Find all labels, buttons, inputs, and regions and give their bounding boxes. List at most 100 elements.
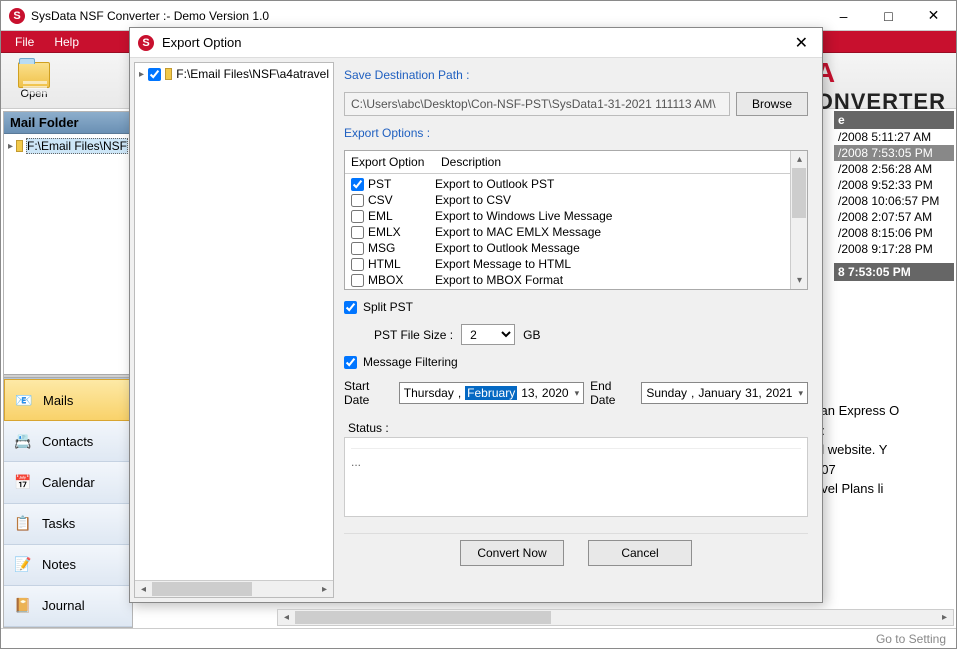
body-line-fragment: g:	[814, 421, 954, 441]
body-line-fragment: can Express O	[814, 401, 954, 421]
nav-tasks[interactable]: 📋 Tasks	[4, 504, 132, 545]
content-scrollbar[interactable]: ◂ ▸	[277, 609, 954, 626]
folder-open-icon	[18, 62, 50, 88]
nav-label: Contacts	[42, 434, 93, 449]
tree-root-item[interactable]: ▸ F:\Email Files\NSF	[8, 138, 128, 154]
destination-path-input[interactable]	[344, 92, 730, 116]
close-button[interactable]: ✕	[911, 1, 956, 30]
date-cell-fragment: /2008 2:56:28 AM	[834, 161, 954, 177]
format-name: CSV	[368, 193, 393, 207]
end-dow: Sunday	[646, 386, 687, 400]
export-format-row[interactable]: CSV Export to CSV	[345, 192, 807, 208]
message-filtering-checkbox[interactable]	[344, 356, 357, 369]
app-logo-icon: S	[9, 8, 25, 24]
tree-item-label: F:\Email Files\NSF	[26, 138, 128, 154]
format-checkbox[interactable]	[351, 274, 364, 287]
menu-help[interactable]: Help	[44, 33, 89, 51]
format-checkbox[interactable]	[351, 226, 364, 239]
expand-icon[interactable]: ▸	[139, 69, 144, 80]
export-format-row[interactable]: EMLExport to Windows Live Message	[345, 208, 807, 224]
export-option-dialog: S Export Option ✕ ▸ F:\Email Files\NSF\a…	[129, 27, 823, 603]
grid-scrollbar[interactable]: ▴ ▾	[790, 151, 807, 289]
scroll-up-icon[interactable]: ▴	[791, 151, 808, 168]
tree-item-checkbox[interactable]	[148, 68, 161, 81]
message-body-fragment: can Express Og:al website. Y407avel Plan…	[814, 401, 954, 601]
start-date-picker[interactable]: Thursday , February 13, 2020 ▾	[399, 382, 584, 404]
nav-calendar[interactable]: 📅 Calendar	[4, 462, 132, 503]
nav-label: Calendar	[42, 475, 95, 490]
maximize-button[interactable]: □	[866, 1, 911, 30]
cancel-button[interactable]: Cancel	[588, 540, 692, 566]
nav-label: Tasks	[42, 516, 75, 531]
nav-notes[interactable]: 📝 Notes	[4, 545, 132, 586]
nav-groups: 📧 Mails 📇 Contacts 📅 Calendar 📋 Tasks 📝 …	[4, 378, 132, 627]
minimize-button[interactable]: –	[821, 1, 866, 30]
message-list-fragment: e /2008 5:11:27 AM/2008 7:53:05 PM/2008 …	[834, 111, 954, 391]
export-format-row[interactable]: MBOXExport to MBOX Format	[345, 272, 807, 288]
nav-contacts[interactable]: 📇 Contacts	[4, 421, 132, 462]
end-year: 2021	[766, 386, 793, 400]
chevron-down-icon[interactable]: ▾	[798, 388, 803, 399]
save-destination-label: Save Destination Path :	[344, 68, 808, 82]
col-description: Description	[435, 151, 807, 173]
export-format-row[interactable]: HTMLExport Message to HTML	[345, 256, 807, 272]
start-year: 2020	[542, 386, 569, 400]
export-format-row[interactable]: PSTExport to Outlook PST	[345, 176, 807, 192]
scroll-left-icon[interactable]: ◂	[135, 581, 152, 597]
menu-file[interactable]: File	[5, 33, 44, 51]
format-checkbox[interactable]	[351, 194, 364, 207]
browse-button[interactable]: Browse	[736, 92, 808, 116]
format-checkbox[interactable]	[351, 210, 364, 223]
pst-size-select[interactable]: 2	[461, 324, 515, 345]
scroll-right-icon[interactable]: ▸	[936, 610, 953, 625]
split-pst-label: Split PST	[363, 300, 413, 314]
export-source-tree[interactable]: ▸ F:\Email Files\NSF\a4atravel ◂ ▸	[134, 62, 334, 598]
mail-icon: 📧	[13, 389, 35, 411]
convert-now-button[interactable]: Convert Now	[460, 540, 564, 566]
scroll-thumb[interactable]	[792, 168, 806, 218]
scroll-down-icon[interactable]: ▾	[791, 272, 808, 289]
start-day: 13,	[521, 386, 538, 400]
status-text: ...	[351, 448, 801, 469]
body-line-fragment: 407	[814, 460, 954, 480]
chevron-down-icon[interactable]: ▾	[575, 388, 580, 399]
folder-icon	[165, 68, 172, 80]
format-description: Export to CSV	[435, 193, 511, 207]
format-description: Export to Outlook Message	[435, 241, 580, 255]
scroll-thumb[interactable]	[152, 582, 252, 596]
scroll-right-icon[interactable]: ▸	[316, 581, 333, 597]
format-name: MBOX	[368, 273, 403, 287]
format-checkbox[interactable]	[351, 242, 364, 255]
tree-scrollbar[interactable]: ◂ ▸	[135, 580, 333, 597]
go-to-setting-link[interactable]: Go to Setting	[876, 632, 946, 646]
journal-icon: 📔	[12, 595, 34, 617]
format-checkbox[interactable]	[351, 258, 364, 271]
date-cell-fragment: /2008 7:53:05 PM	[834, 145, 954, 161]
format-name: EMLX	[368, 225, 401, 239]
format-name: HTML	[368, 257, 401, 271]
export-format-row[interactable]: EMLXExport to MAC EMLX Message	[345, 224, 807, 240]
nav-mails[interactable]: 📧 Mails	[4, 379, 132, 421]
format-description: Export to Outlook PST	[435, 177, 554, 191]
start-dow: Thursday	[404, 386, 454, 400]
export-format-row[interactable]: MSGExport to Outlook Message	[345, 240, 807, 256]
folder-tree[interactable]: ▸ F:\Email Files\NSF	[4, 134, 132, 374]
end-day: 31,	[745, 386, 762, 400]
date-cell-fragment: /2008 2:07:57 AM	[834, 209, 954, 225]
format-checkbox[interactable]	[351, 178, 364, 191]
format-name: EML	[368, 209, 393, 223]
scroll-thumb[interactable]	[295, 611, 551, 624]
dialog-close-button[interactable]: ✕	[789, 31, 814, 55]
end-date-picker[interactable]: Sunday , January 31, 2021 ▾	[641, 382, 808, 404]
open-label: Open	[21, 88, 48, 100]
split-pst-checkbox[interactable]	[344, 301, 357, 314]
export-settings-panel: Save Destination Path : Browse Export Op…	[338, 58, 822, 602]
pst-size-unit: GB	[523, 328, 540, 342]
nav-journal[interactable]: 📔 Journal	[4, 586, 132, 627]
open-button[interactable]: Open	[9, 62, 59, 100]
scroll-left-icon[interactable]: ◂	[278, 610, 295, 625]
end-month: January	[698, 386, 741, 400]
tree-item[interactable]: ▸ F:\Email Files\NSF\a4atravel	[139, 67, 329, 81]
expand-icon[interactable]: ▸	[8, 141, 13, 152]
tasks-icon: 📋	[12, 513, 34, 535]
